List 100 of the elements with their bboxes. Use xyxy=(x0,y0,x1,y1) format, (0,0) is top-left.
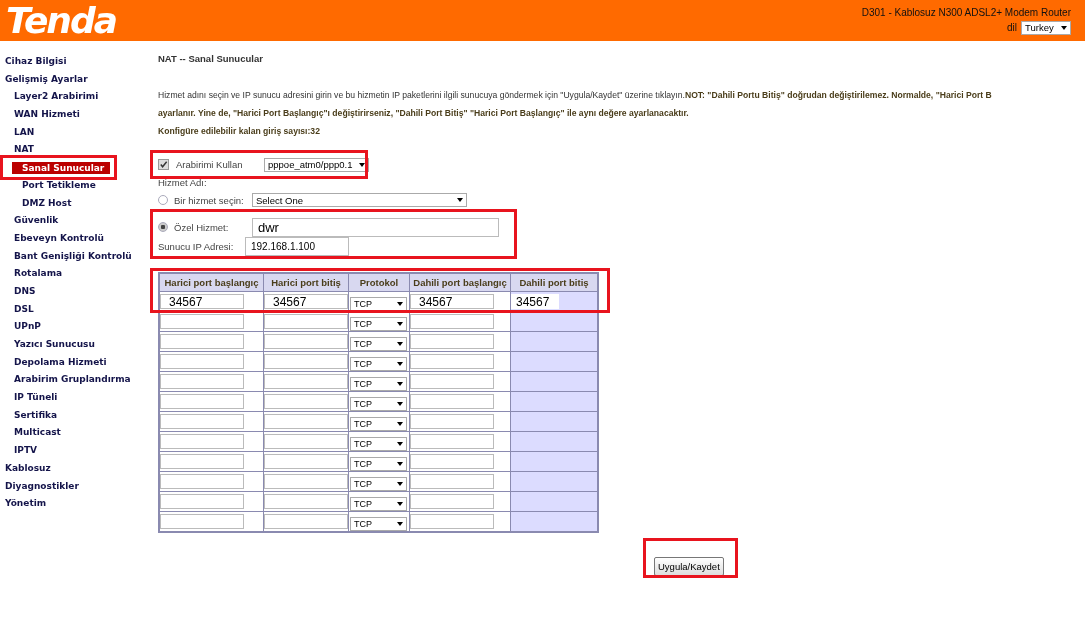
input-field[interactable] xyxy=(264,394,348,409)
input-field[interactable]: 34567 xyxy=(410,294,494,309)
input-field[interactable] xyxy=(410,354,494,369)
caret-icon xyxy=(397,381,403,386)
field-label: Sunucu IP Adresi: xyxy=(158,240,235,252)
input-field[interactable]: 192.168.1.100 xyxy=(245,236,349,256)
protocol-select[interactable]: TCP xyxy=(350,316,407,331)
nav-item[interactable]: IPTV xyxy=(0,442,150,460)
input-field[interactable] xyxy=(410,434,494,449)
input-field[interactable] xyxy=(264,494,348,509)
input-field[interactable] xyxy=(410,394,494,409)
protocol-select[interactable]: TCP xyxy=(350,416,407,431)
nav-item[interactable]: Depolama Hizmeti xyxy=(0,353,150,372)
nav-item[interactable]: Bant Genişliği Kontrolü xyxy=(0,247,150,266)
protocol-select[interactable]: TCP xyxy=(350,496,407,511)
field-label: Bir hizmet seçin: xyxy=(174,194,245,206)
nav-item[interactable]: WAN Hizmeti xyxy=(0,106,150,124)
input-field[interactable] xyxy=(160,334,244,349)
input-field[interactable] xyxy=(264,314,348,329)
input-field[interactable] xyxy=(160,354,244,369)
caret-icon xyxy=(397,421,403,426)
input-field[interactable] xyxy=(160,414,244,429)
nav-item[interactable]: Cihaz Bilgisi xyxy=(0,53,150,71)
caret-icon xyxy=(397,321,403,326)
input-field[interactable] xyxy=(264,414,348,429)
input-field[interactable] xyxy=(410,514,494,529)
interface-select[interactable]: pppoe_atm0/ppp0.1 xyxy=(264,157,369,172)
input-field[interactable] xyxy=(410,474,494,489)
nav-item[interactable]: Yönetim xyxy=(0,495,150,513)
caret-icon xyxy=(457,198,463,202)
nav-item[interactable]: Ebeveyn Kontrolü xyxy=(0,229,150,248)
nav-item[interactable]: Kablosuz xyxy=(0,459,150,478)
protocol-select[interactable]: TCP xyxy=(350,356,407,371)
protocol-select[interactable]: TCP xyxy=(350,436,407,451)
input-field[interactable] xyxy=(264,514,348,529)
input-field[interactable] xyxy=(410,334,494,349)
protocol-select[interactable]: TCP xyxy=(350,396,407,411)
protocol-select[interactable]: TCP xyxy=(350,516,407,531)
input-field[interactable] xyxy=(264,334,348,349)
input-field[interactable] xyxy=(264,354,348,369)
field-label: Arabirimi Kullan xyxy=(176,159,244,170)
radio-button[interactable] xyxy=(158,222,168,232)
language-select[interactable]: Turkey xyxy=(1021,20,1071,35)
nav-item[interactable]: UPnP xyxy=(0,318,150,336)
input-field[interactable]: dwr xyxy=(252,217,499,237)
caret-icon xyxy=(1061,25,1067,30)
nav-item[interactable]: Arabirim Gruplandırma xyxy=(0,371,150,390)
nav-item[interactable]: Layer2 Arabirimi xyxy=(0,88,150,107)
protocol-select[interactable]: TCP xyxy=(350,296,407,311)
input-field[interactable] xyxy=(410,454,494,469)
input-field[interactable] xyxy=(410,374,494,389)
protocol-select[interactable]: TCP xyxy=(350,476,407,491)
caret-icon xyxy=(397,361,403,366)
input-field[interactable]: 34567 xyxy=(264,294,348,309)
input-field[interactable] xyxy=(264,434,348,449)
nav-item[interactable]: Diyagnostikler xyxy=(0,477,150,496)
nav-item[interactable]: Gelişmiş Ayarlar xyxy=(0,70,150,89)
column-header: Protokol xyxy=(348,273,410,292)
page-title: NAT -- Sanal Sunucular xyxy=(158,53,264,66)
input-field[interactable] xyxy=(410,494,494,509)
nav-item[interactable]: NAT xyxy=(0,141,150,160)
input-field[interactable] xyxy=(160,394,244,409)
input-field[interactable] xyxy=(160,494,244,509)
input-field[interactable] xyxy=(264,454,348,469)
input-field[interactable] xyxy=(160,434,244,449)
checkbox[interactable] xyxy=(158,159,169,170)
language-label: dil xyxy=(1007,22,1017,33)
input-field[interactable] xyxy=(264,374,348,389)
input-field[interactable] xyxy=(160,514,244,529)
nav-item[interactable]: IP Tüneli xyxy=(0,389,150,407)
description-text: Hizmet adını seçin ve IP sunucu adresini girin ve bu hizmetin IP paketlerini ilgili sunucuya göndermek için "Uygula/Kaydet" üzerine tıklayın.NOT: "Dahili Portu Bitiş" doğrudan değiştirilemez. Normalde, "Harici Port B xyxy=(158,89,993,102)
caret-icon xyxy=(397,521,403,526)
column-header: Harici port başlangıç xyxy=(159,273,264,292)
product-name: D301 - Kablosuz N300 ADSL2+ Modem Router xyxy=(861,6,1071,18)
input-field[interactable] xyxy=(160,374,244,389)
protocol-select[interactable]: TCP xyxy=(350,336,407,351)
input-field[interactable] xyxy=(160,454,244,469)
caret-icon xyxy=(397,401,403,406)
nav-item[interactable]: DMZ Host xyxy=(0,194,150,213)
nav-item[interactable]: Rotalama xyxy=(0,265,150,283)
nav-item[interactable]: Multicast xyxy=(0,424,150,443)
protocol-select[interactable]: TCP xyxy=(350,456,407,471)
protocol-select[interactable]: TCP xyxy=(350,376,407,391)
nav-item[interactable]: Yazıcı Sunucusu xyxy=(0,336,150,354)
nav-item[interactable]: LAN xyxy=(0,123,150,142)
nav-item[interactable]: Port Tetikleme xyxy=(0,176,150,195)
service-select[interactable]: Select One xyxy=(252,193,467,207)
nav-item[interactable]: DSL xyxy=(0,300,150,319)
input-field[interactable]: 34567 xyxy=(160,294,244,309)
input-field[interactable]: 34567 xyxy=(511,294,559,309)
nav-item[interactable]: Sanal Sunucular xyxy=(12,162,110,175)
input-field[interactable] xyxy=(160,474,244,489)
nav-item[interactable]: DNS xyxy=(0,282,150,301)
nav-item[interactable]: Güvenlik xyxy=(0,212,150,230)
input-field[interactable] xyxy=(410,414,494,429)
nav-item[interactable]: Sertifika xyxy=(0,406,150,425)
input-field[interactable] xyxy=(160,314,244,329)
radio-button[interactable] xyxy=(158,195,168,205)
input-field[interactable] xyxy=(264,474,348,489)
input-field[interactable] xyxy=(410,314,494,329)
